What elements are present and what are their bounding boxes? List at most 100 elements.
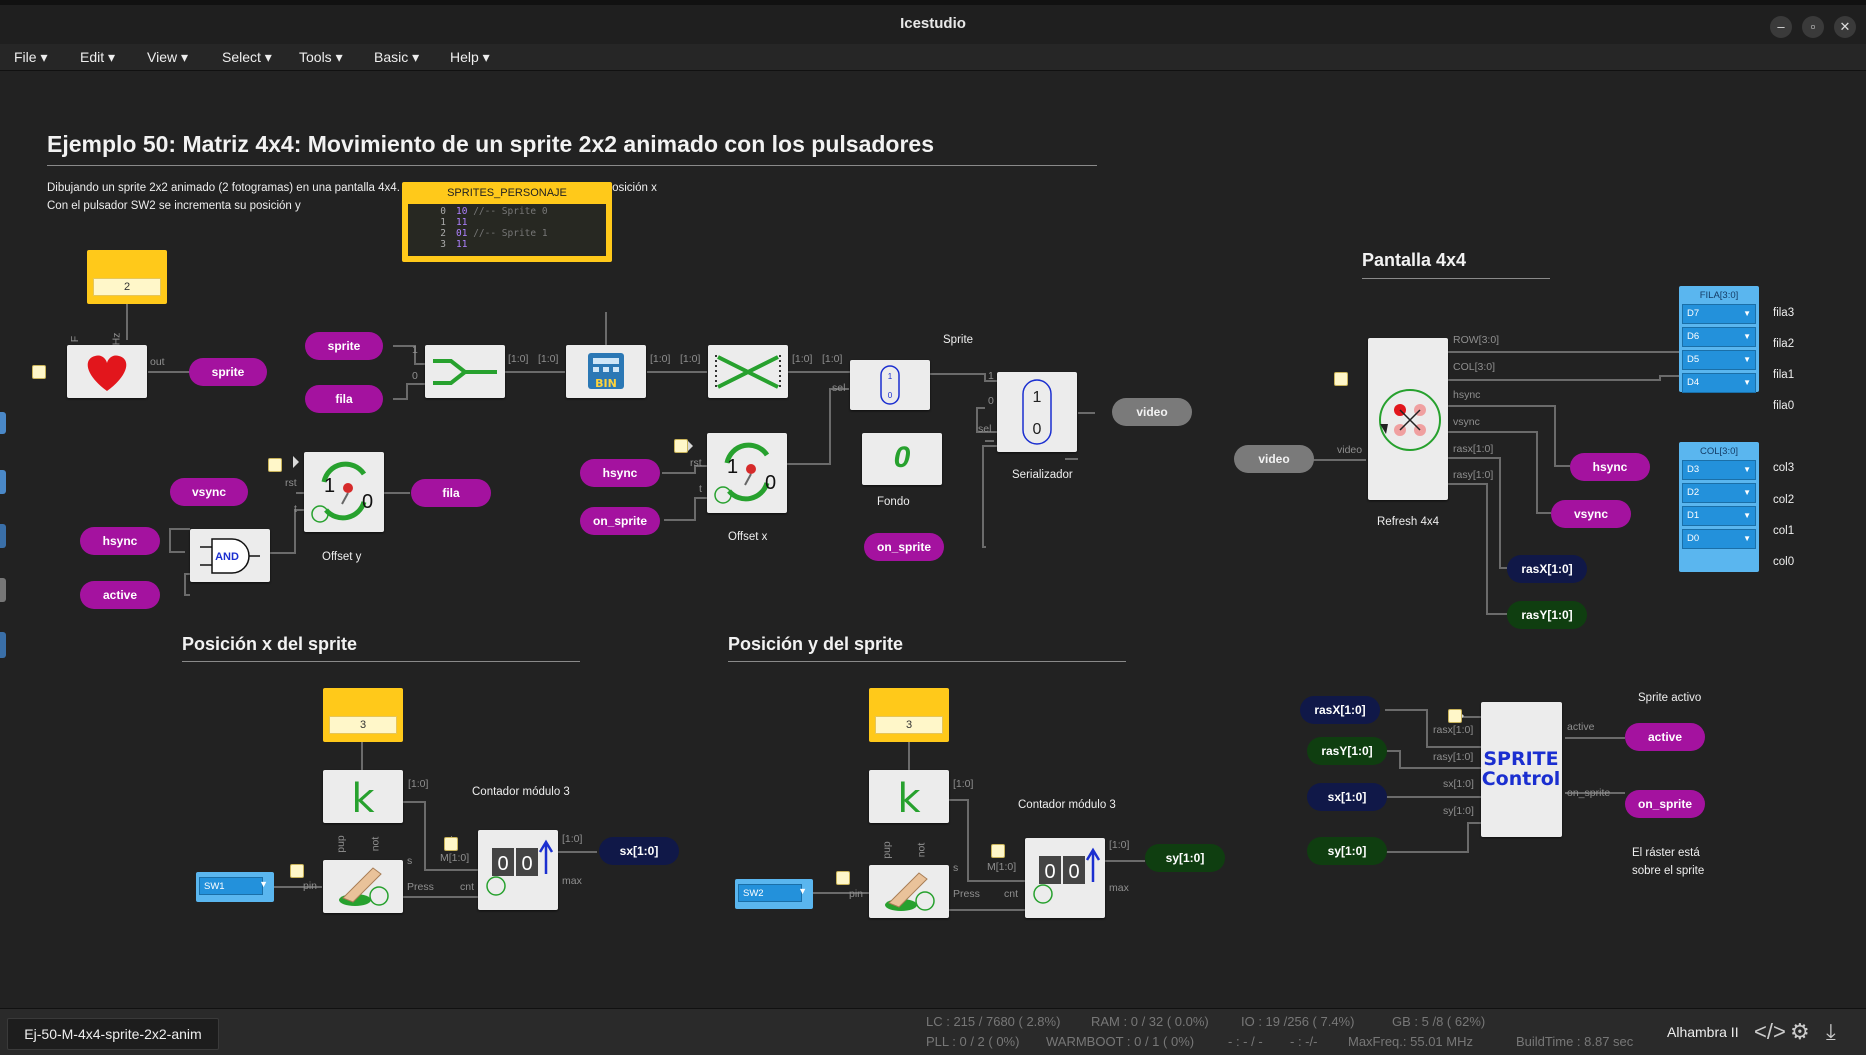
serializador-label: Serializador bbox=[1012, 469, 1073, 481]
counter-y-block[interactable]: 00 bbox=[1025, 838, 1105, 918]
fila-pin-select[interactable]: D7 ▼ bbox=[1682, 304, 1756, 324]
fila-pin-select[interactable]: D6 ▼ bbox=[1682, 327, 1756, 347]
active-input-tag[interactable]: active bbox=[80, 581, 160, 609]
bus-split-block[interactable] bbox=[708, 345, 788, 398]
section-title-pantalla: Pantalla 4x4 bbox=[1362, 250, 1467, 270]
input-marker[interactable] bbox=[836, 871, 850, 885]
mux-icon: 10 bbox=[1022, 379, 1052, 445]
sprite-mux-block[interactable]: 10 bbox=[850, 360, 930, 410]
sprite-control-block[interactable]: SPRITE Control bbox=[1481, 702, 1562, 837]
port-label-pin: pin bbox=[849, 888, 864, 900]
hsync-output-tag[interactable]: hsync bbox=[1570, 453, 1650, 481]
serializador-block[interactable]: 10 bbox=[997, 372, 1077, 452]
port-label-bus: [1:0] bbox=[408, 778, 429, 790]
sw2-pin-select[interactable]: SW2 ▼ bbox=[735, 879, 813, 909]
constant-value[interactable]: 3 bbox=[875, 716, 943, 734]
stat-ram: RAM : 0 / 32 ( 0.0%) bbox=[1091, 1014, 1209, 1029]
col-pin-select[interactable]: D1 ▼ bbox=[1682, 506, 1756, 526]
fila-output-group[interactable]: FILA[3:0] D7 ▼ D6 ▼ D5 ▼ D4 ▼ bbox=[1679, 286, 1759, 393]
input-marker[interactable] bbox=[674, 439, 688, 453]
svg-text:SPRITE: SPRITE bbox=[1483, 748, 1558, 770]
port-label-sx: sx[1:0] bbox=[1443, 778, 1474, 790]
active-output-tag[interactable]: active bbox=[1625, 723, 1705, 751]
sprite-input-tag[interactable]: sprite bbox=[305, 332, 383, 360]
sprites-personaje-memory[interactable]: SPRITES_PERSONAJE 0 10 //-- Sprite 0 1 11 … bbox=[402, 182, 612, 262]
fondo-block[interactable]: 0 bbox=[862, 433, 942, 485]
bus-join-block[interactable] bbox=[425, 345, 505, 398]
sw1-pin-select[interactable]: SW1 ▼ bbox=[196, 872, 274, 902]
port-label-out: out bbox=[150, 356, 165, 368]
heart-block[interactable] bbox=[67, 345, 147, 398]
sx-output-tag[interactable]: sx[1:0] bbox=[599, 837, 679, 865]
stat-io: IO : 19 /256 ( 7.4%) bbox=[1241, 1014, 1355, 1029]
board-name[interactable]: Alhambra II bbox=[1667, 1024, 1739, 1040]
pulsador-y-block[interactable] bbox=[869, 865, 949, 918]
offset-x-label: Offset x bbox=[728, 531, 768, 543]
constant-value[interactable]: 2 bbox=[93, 278, 161, 296]
on-sprite-output-tag[interactable]: on_sprite bbox=[1625, 790, 1705, 818]
on-sprite-input-tag[interactable]: on_sprite bbox=[864, 533, 944, 561]
file-tab[interactable]: Ej-50-M-4x4-sprite-2x2-anim bbox=[7, 1018, 219, 1050]
on-sprite-input-tag[interactable]: on_sprite bbox=[580, 507, 660, 535]
vsync-input-tag[interactable]: vsync bbox=[170, 478, 248, 506]
hsync-input-tag[interactable]: hsync bbox=[80, 527, 160, 555]
constant-ky[interactable]: 3 bbox=[869, 688, 949, 742]
stat-dash-1: - : - / - bbox=[1228, 1034, 1263, 1049]
constant-freq[interactable]: 2 bbox=[87, 250, 167, 304]
gear-icon[interactable]: ⚙ bbox=[1790, 1019, 1810, 1045]
port-label-bus: [1:0] bbox=[953, 778, 974, 790]
sprite-label: Sprite bbox=[943, 334, 974, 346]
input-marker[interactable] bbox=[991, 844, 1005, 858]
col-output-group[interactable]: COL[3:0] D3 ▼ D2 ▼ D1 ▼ D0 ▼ bbox=[1679, 442, 1759, 572]
port-label-vsync: vsync bbox=[1453, 416, 1480, 428]
input-marker[interactable] bbox=[268, 458, 282, 472]
rasx-input-tag[interactable]: rasX[1:0] bbox=[1300, 696, 1380, 724]
and-gate-block[interactable]: AND bbox=[190, 529, 270, 582]
download-icon[interactable]: ⤓ bbox=[1826, 1019, 1836, 1045]
input-marker[interactable] bbox=[290, 864, 304, 878]
col-pin-select[interactable]: D2 ▼ bbox=[1682, 483, 1756, 503]
rasy-output-tag[interactable]: rasY[1:0] bbox=[1507, 601, 1587, 629]
fila-pin-select[interactable]: D4 ▼ bbox=[1682, 373, 1756, 393]
vsync-output-tag[interactable]: vsync bbox=[1551, 500, 1631, 528]
sy-output-tag[interactable]: sy[1:0] bbox=[1145, 844, 1225, 872]
svg-text:0: 0 bbox=[497, 853, 508, 875]
memory-contents[interactable]: 0 10 //-- Sprite 0 1 11 2 01 //-- Sprite 1 … bbox=[408, 204, 606, 256]
chevron-down-icon: ▼ bbox=[259, 879, 268, 889]
fila-output-tag[interactable]: fila bbox=[411, 479, 491, 507]
col-pin-select[interactable]: D0 ▼ bbox=[1682, 529, 1756, 549]
sy-input-tag[interactable]: sy[1:0] bbox=[1307, 837, 1387, 865]
offset-y-label: Offset y bbox=[322, 551, 362, 563]
offset-y-counter[interactable]: 10 bbox=[304, 452, 384, 532]
k-constant-block[interactable]: k bbox=[323, 770, 403, 823]
refresh-4x4-block[interactable] bbox=[1368, 338, 1448, 500]
col-pin-name: col1 bbox=[1773, 525, 1795, 537]
refresh-matrix-icon bbox=[1379, 389, 1441, 451]
input-marker[interactable] bbox=[444, 837, 458, 851]
sprite-output-tag[interactable]: sprite bbox=[189, 358, 267, 386]
input-marker[interactable] bbox=[1448, 709, 1462, 723]
sx-input-tag[interactable]: sx[1:0] bbox=[1307, 783, 1387, 811]
constant-value[interactable]: 3 bbox=[329, 716, 397, 734]
rasx-output-tag[interactable]: rasX[1:0] bbox=[1507, 555, 1587, 583]
video-input-tag[interactable]: video bbox=[1234, 445, 1314, 473]
constant-kx[interactable]: 3 bbox=[323, 688, 403, 742]
video-output-tag[interactable]: video bbox=[1112, 398, 1192, 426]
fila-input-tag[interactable]: fila bbox=[305, 385, 383, 413]
counter-x-block[interactable]: 00 bbox=[478, 830, 558, 910]
hsync-input-tag[interactable]: hsync bbox=[580, 459, 660, 487]
sw2-value[interactable]: SW2 bbox=[738, 884, 802, 902]
pulsador-x-block[interactable] bbox=[323, 860, 403, 913]
code-icon[interactable]: </> bbox=[1754, 1019, 1786, 1045]
offset-x-counter[interactable]: 10 bbox=[707, 433, 787, 513]
section-title-posy: Posición y del sprite bbox=[728, 634, 904, 654]
rasy-input-tag[interactable]: rasY[1:0] bbox=[1307, 737, 1387, 765]
input-marker[interactable] bbox=[32, 365, 46, 379]
rom-bin-block[interactable]: BIN bbox=[566, 345, 646, 398]
k-constant-block[interactable]: k bbox=[869, 770, 949, 823]
input-marker[interactable] bbox=[1334, 372, 1348, 386]
col-pin-select[interactable]: D3 ▼ bbox=[1682, 460, 1756, 480]
col-group-title: COL[3:0] bbox=[1699, 446, 1739, 457]
sw1-value[interactable]: SW1 bbox=[199, 877, 263, 895]
fila-pin-select[interactable]: D5 ▼ bbox=[1682, 350, 1756, 370]
